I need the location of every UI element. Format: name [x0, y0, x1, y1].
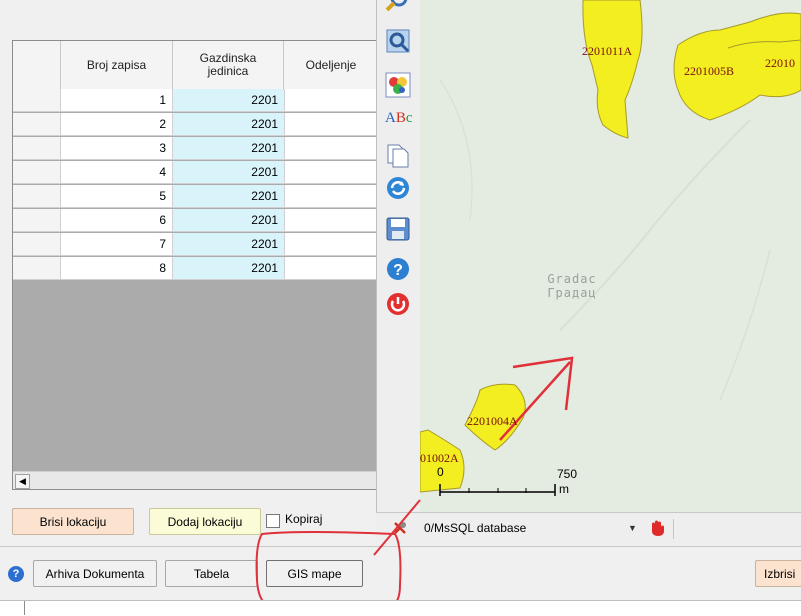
place-name-gradac: Gradac Градац — [532, 272, 612, 300]
row-header-cell[interactable] — [13, 89, 61, 112]
table-row[interactable]: 2 2201 — [13, 113, 377, 137]
row-header-corner — [13, 41, 61, 89]
delete-button[interactable]: Izbrisi — [755, 560, 801, 587]
cell-odeljenje[interactable] — [285, 113, 377, 136]
delete-location-button[interactable]: Brisi lokaciju — [12, 508, 134, 535]
row-header-cell[interactable] — [13, 161, 61, 184]
cell-odeljenje[interactable] — [285, 209, 377, 232]
copy-map-icon[interactable] — [385, 142, 411, 168]
info-icon[interactable]: ? — [8, 566, 24, 582]
table-row[interactable]: 7 2201 — [13, 233, 377, 257]
cell-gazdinska-jedinica[interactable]: 2201 — [173, 89, 285, 112]
scale-zero-label: 0 — [437, 465, 444, 479]
row-header-cell[interactable] — [13, 137, 61, 160]
zoom-extent-icon[interactable] — [385, 28, 411, 54]
footer-divider — [24, 601, 25, 615]
color-palette-icon[interactable] — [385, 72, 411, 98]
place-name-cyrillic: Градац — [547, 286, 597, 300]
refresh-icon[interactable] — [385, 175, 411, 201]
cell-odeljenje[interactable] — [285, 161, 377, 184]
cell-broj-zapisa[interactable]: 5 — [61, 185, 173, 208]
row-header-cell[interactable] — [13, 113, 61, 136]
hand-icon[interactable] — [649, 519, 665, 537]
cell-odeljenje[interactable] — [285, 233, 377, 256]
scroll-left-icon[interactable]: ◀ — [15, 474, 30, 489]
copy-checkbox[interactable] — [266, 514, 280, 528]
cell-gazdinska-jedinica[interactable]: 2201 — [173, 137, 285, 160]
dropdown-arrow-icon[interactable]: ▼ — [628, 523, 637, 533]
column-header-broj-zapisa[interactable]: Broj zapisa — [61, 41, 173, 89]
cell-gazdinska-jedinica[interactable]: 2201 — [173, 233, 285, 256]
database-label: 0/MsSQL database — [424, 521, 527, 535]
status-divider — [673, 519, 674, 539]
cell-gazdinska-jedinica[interactable]: 2201 — [173, 113, 285, 136]
table-row[interactable]: 5 2201 — [13, 185, 377, 209]
svg-text:?: ? — [393, 262, 403, 279]
add-location-button[interactable]: Dodaj lokaciju — [149, 508, 261, 535]
cell-broj-zapisa[interactable]: 2 — [61, 113, 173, 136]
cell-odeljenje[interactable] — [285, 137, 377, 160]
parcel-label-22010: 22010 — [765, 56, 795, 70]
table-row[interactable]: 8 2201 — [13, 257, 377, 281]
parcel-label-2201011a: 2201011A — [582, 44, 633, 58]
parcel-label-01002a: 01002A — [420, 451, 459, 465]
tool-icon[interactable] — [392, 520, 408, 536]
scale-max-label: 750 — [557, 467, 578, 481]
row-header-cell[interactable] — [13, 209, 61, 232]
cell-gazdinska-jedinica[interactable]: 2201 — [173, 257, 285, 280]
map-toolbar: ABc ? — [376, 0, 421, 512]
cell-broj-zapisa[interactable]: 7 — [61, 233, 173, 256]
table-row[interactable]: 3 2201 — [13, 137, 377, 161]
cell-broj-zapisa[interactable]: 1 — [61, 89, 173, 112]
parcel-label-2201005b: 2201005B — [684, 64, 735, 78]
cell-broj-zapisa[interactable]: 8 — [61, 257, 173, 280]
grid-header: Broj zapisa Gazdinska jedinica Odeljenje — [13, 41, 377, 90]
cell-gazdinska-jedinica[interactable]: 2201 — [173, 185, 285, 208]
column-header-odeljenje[interactable]: Odeljenje — [285, 41, 377, 89]
cell-broj-zapisa[interactable]: 3 — [61, 137, 173, 160]
cell-gazdinska-jedinica[interactable]: 2201 — [173, 209, 285, 232]
horizontal-scrollbar[interactable]: ◀ — [13, 471, 377, 489]
table-row[interactable]: 1 2201 — [13, 89, 377, 113]
cell-odeljenje[interactable] — [285, 257, 377, 280]
map-view[interactable]: 2201011A 2201005B 22010 2201004A 01002A … — [420, 0, 801, 512]
save-icon[interactable] — [385, 216, 411, 242]
row-header-cell[interactable] — [13, 185, 61, 208]
row-header-cell[interactable] — [13, 257, 61, 280]
row-header-cell[interactable] — [13, 233, 61, 256]
cell-broj-zapisa[interactable]: 4 — [61, 161, 173, 184]
cell-odeljenje[interactable] — [285, 185, 377, 208]
help-icon[interactable]: ? — [385, 256, 411, 282]
place-name-latin: Gradac — [547, 272, 597, 286]
map-status-bar: 0/MsSQL database ▼ — [376, 512, 801, 545]
zoom-icon[interactable] — [385, 0, 411, 14]
label-text-icon[interactable]: ABc — [385, 106, 413, 132]
records-grid[interactable]: Broj zapisa Gazdinska jedinica Odeljenje… — [12, 40, 378, 490]
column-header-gazdinska-jedinica[interactable]: Gazdinska jedinica — [173, 41, 284, 89]
cell-gazdinska-jedinica[interactable]: 2201 — [173, 161, 285, 184]
cell-broj-zapisa[interactable]: 6 — [61, 209, 173, 232]
scale-unit-label: m — [559, 482, 569, 496]
power-icon[interactable] — [385, 291, 411, 317]
table-button[interactable]: Tabela — [165, 560, 258, 587]
window-footer — [0, 600, 801, 616]
gis-maps-button[interactable]: GIS mape — [266, 560, 363, 587]
cell-odeljenje[interactable] — [285, 89, 377, 112]
archive-documents-button[interactable]: Arhiva Dokumenta — [33, 560, 157, 587]
copy-label: Kopiraj — [285, 512, 323, 526]
table-row[interactable]: 6 2201 — [13, 209, 377, 233]
parcel-label-2201004a: 2201004A — [467, 414, 518, 428]
table-row[interactable]: 4 2201 — [13, 161, 377, 185]
